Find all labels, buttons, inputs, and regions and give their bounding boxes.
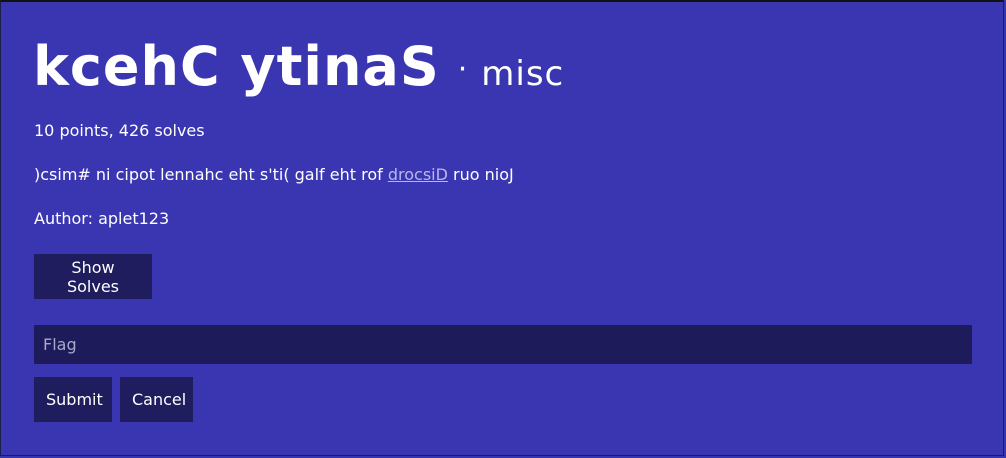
- show-solves-button[interactable]: Show Solves: [34, 254, 152, 299]
- discord-link[interactable]: drocsiD: [388, 165, 448, 184]
- challenge-category: misc: [481, 54, 565, 94]
- challenge-description: )csim# ni cipot lennahc eht s'ti( galf e…: [34, 164, 514, 186]
- challenge-stats: 10 points, 426 solves: [34, 121, 205, 140]
- challenge-author: Author: aplet123: [34, 209, 170, 228]
- title-separator: ·: [457, 52, 468, 87]
- challenge-title: kcehC ytinaS: [33, 35, 440, 98]
- challenge-modal: kcehC ytinaS · misc 10 points, 426 solve…: [0, 0, 1004, 456]
- submit-button[interactable]: Submit: [34, 377, 112, 422]
- description-text-before: )csim# ni cipot lennahc eht s'ti( galf e…: [34, 165, 388, 184]
- challenge-header: kcehC ytinaS · misc: [33, 40, 564, 106]
- cancel-button[interactable]: Cancel: [120, 377, 193, 422]
- description-text-after: ruo nioJ: [447, 165, 514, 184]
- flag-input[interactable]: [34, 325, 972, 364]
